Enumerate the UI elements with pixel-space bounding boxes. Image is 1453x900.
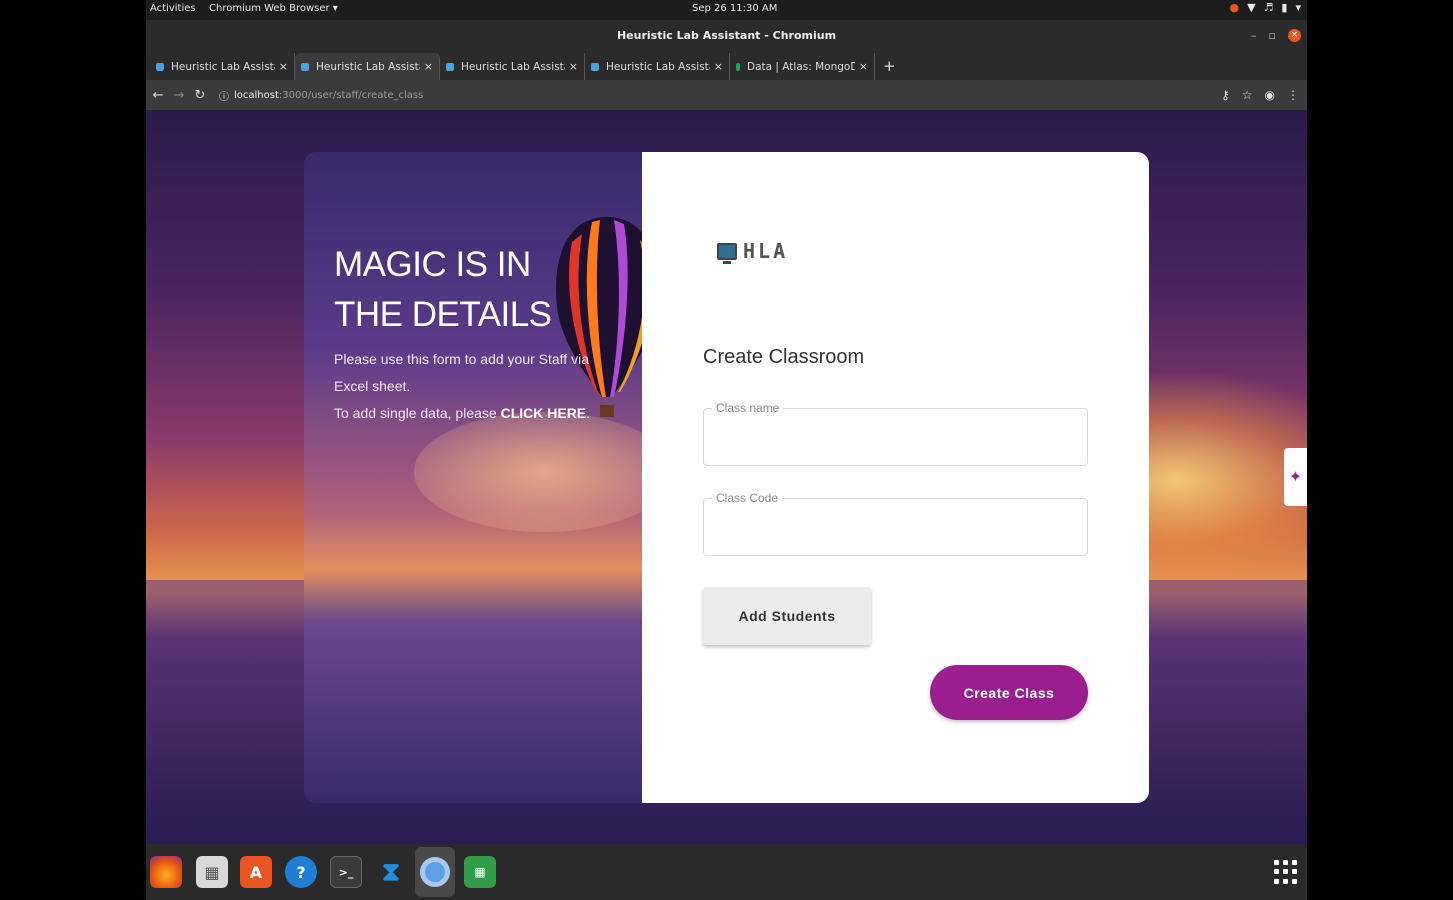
show-applications-icon[interactable] (1274, 860, 1298, 884)
window-titlebar: Heuristic Lab Assistant - Chromium – ▫ × (146, 20, 1307, 51)
new-tab-icon[interactable]: + (883, 57, 896, 75)
tab-mongodb-atlas[interactable]: Data | Atlas: MongoDB Atl × (730, 53, 875, 80)
tab-hla-1[interactable]: Heuristic Lab Assistant × (150, 53, 295, 80)
close-window-icon[interactable]: × (1288, 29, 1301, 42)
help-icon[interactable]: ? (285, 856, 317, 888)
browser-toolbar: ← → ↻ ⓘ localhost:3000/user/staff/create… (146, 80, 1307, 110)
terminal-icon[interactable]: >_ (330, 856, 362, 888)
hero-line2-prefix: To add single data, please (334, 405, 501, 421)
url-path: :3000/user/staff/create_class (278, 89, 424, 101)
hero-description: Please use this form to add your Staff v… (334, 346, 624, 427)
hero-line1: Please use this form to add your Staff v… (334, 351, 589, 394)
key-icon[interactable]: ⚷ (1221, 88, 1230, 102)
wifi-icon: ▼ (1247, 1, 1256, 14)
spreadsheet-icon[interactable]: ▦ (464, 856, 496, 888)
software-icon[interactable]: A (240, 856, 272, 888)
page-viewport: MAGIC IS IN THE DETAILS Please use this … (146, 110, 1307, 844)
activities-button[interactable]: Activities (150, 3, 196, 14)
hla-logo: HLA (717, 239, 789, 264)
clock[interactable]: Sep 26 11:30 AM (692, 3, 777, 14)
tab-label: Heuristic Lab Assistant (316, 60, 420, 73)
minimize-icon[interactable]: – (1251, 20, 1257, 51)
back-icon[interactable]: ← (149, 88, 167, 103)
chevron-down-icon: ▾ (1295, 1, 1301, 14)
tab-hla-4[interactable]: Heuristic Lab Assistant × (585, 53, 730, 80)
hero-line2-suffix: . (586, 405, 591, 421)
app-menu[interactable]: Chromium Web Browser ▾ (209, 3, 338, 14)
tab-label: Heuristic Lab Assistant (461, 60, 565, 73)
tab-label: Data | Atlas: MongoDB Atl (747, 60, 855, 73)
close-tab-icon[interactable]: × (424, 60, 433, 73)
bookmark-star-icon[interactable]: ☆ (1242, 88, 1253, 102)
tab-hla-3[interactable]: Heuristic Lab Assistant × (440, 53, 585, 80)
logo-text: HLA (743, 239, 789, 263)
site-info-icon[interactable]: ⓘ (219, 88, 229, 103)
add-students-button[interactable]: Add Students (703, 587, 871, 645)
class-name-field[interactable]: Class name (703, 401, 1088, 466)
url-host: localhost (234, 89, 279, 101)
forward-icon[interactable]: → (170, 88, 188, 103)
tab-hla-2[interactable]: Heuristic Lab Assistant × (295, 53, 440, 80)
vscode-icon[interactable]: ⧗ (375, 856, 407, 888)
tab-strip: Heuristic Lab Assistant × Heuristic Lab … (146, 51, 1307, 80)
create-class-button[interactable]: Create Class (930, 665, 1088, 720)
form-title: Create Classroom (703, 346, 865, 368)
close-tab-icon[interactable]: × (569, 60, 578, 73)
close-tab-icon[interactable]: × (859, 60, 868, 73)
window-title: Heuristic Lab Assistant - Chromium (616, 29, 837, 42)
favicon-icon (591, 62, 599, 71)
magic-wand-icon: ✦ (1288, 467, 1303, 486)
click-here-link[interactable]: CLICK HERE (501, 405, 587, 421)
volume-icon: ♬ (1263, 1, 1274, 14)
hero-panel: MAGIC IS IN THE DETAILS Please use this … (304, 152, 642, 803)
monitor-icon (717, 242, 737, 264)
chromium-icon[interactable] (415, 847, 455, 897)
class-name-input[interactable] (704, 409, 1087, 465)
desktop: Activities Chromium Web Browser ▾ Sep 26… (146, 0, 1307, 900)
system-tray[interactable]: ● ▼ ♬ ▮ ▾ (1229, 1, 1301, 14)
firefox-icon[interactable] (150, 856, 182, 888)
files-icon[interactable]: ▦ (196, 856, 228, 888)
battery-icon: ▮ (1281, 1, 1288, 14)
create-class-form-panel: HLA Create Classroom Class name Class Co… (642, 152, 1149, 803)
extension-side-tab[interactable]: ✦ (1284, 448, 1307, 506)
favicon-icon (446, 62, 454, 71)
mongodb-leaf-icon (736, 62, 740, 71)
tab-label: Heuristic Lab Assistant (606, 60, 710, 73)
ubuntu-dock: ▦ A ? >_ ⧗ ▦ (146, 844, 1307, 900)
address-bar[interactable]: ⓘ localhost:3000/user/staff/create_class (219, 88, 423, 103)
class-code-field[interactable]: Class Code (703, 491, 1088, 556)
tab-label: Heuristic Lab Assistant (171, 60, 275, 73)
hero-headline: MAGIC IS IN THE DETAILS (334, 245, 552, 334)
reload-icon[interactable]: ↻ (191, 88, 209, 103)
profile-avatar-icon[interactable]: ◉ (1265, 88, 1275, 102)
class-code-input[interactable] (704, 499, 1087, 555)
favicon-icon (156, 62, 164, 71)
maximize-icon[interactable]: ▫ (1269, 20, 1276, 51)
gnome-top-bar: Activities Chromium Web Browser ▾ Sep 26… (146, 0, 1307, 20)
menu-kebab-icon[interactable]: ⋮ (1287, 88, 1299, 102)
close-tab-icon[interactable]: × (714, 60, 723, 73)
close-tab-icon[interactable]: × (279, 60, 288, 73)
record-icon: ● (1229, 1, 1240, 14)
favicon-icon (301, 62, 309, 71)
